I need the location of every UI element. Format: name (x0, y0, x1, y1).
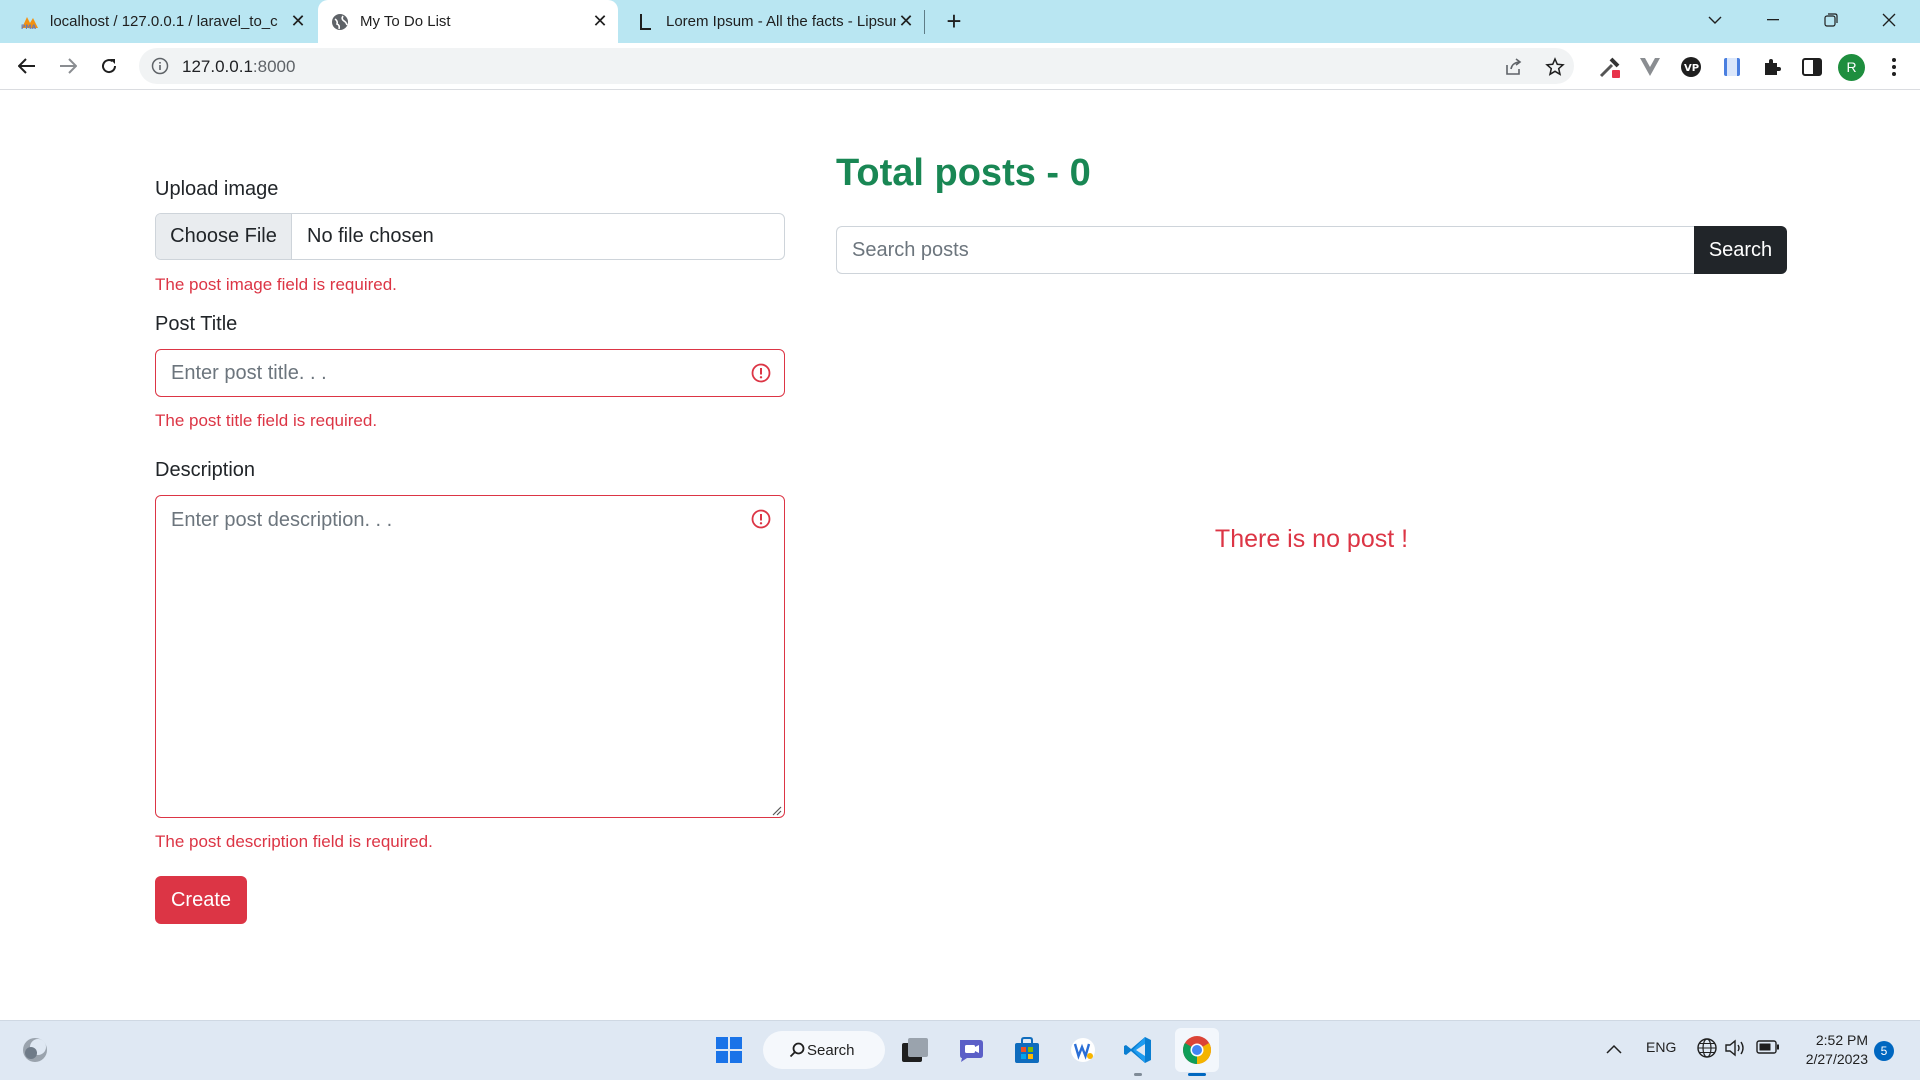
clock-date: 2/27/2023 (1805, 1051, 1868, 1067)
profile-avatar[interactable]: R (1838, 54, 1865, 81)
taskbar: Search ENG 2:52 PM 2/27/2023 5 (0, 1020, 1920, 1080)
translate-extension-icon[interactable] (1720, 55, 1744, 79)
tab-phpmyadmin[interactable]: PMA localhost / 127.0.0.1 / laravel_to_c… (20, 0, 308, 43)
description-label: Description (155, 459, 256, 481)
language-indicator[interactable]: ENG (1646, 1039, 1676, 1055)
svg-text:VP: VP (1684, 63, 1699, 74)
upload-image-label: Upload image (155, 178, 279, 200)
close-window-icon[interactable] (1860, 0, 1918, 40)
search-posts-group: Search posts Search (836, 226, 1787, 274)
reload-icon[interactable] (94, 51, 124, 81)
tab-lorem-ipsum[interactable]: Lorem Ipsum - All the facts - Lipsum ✕ (636, 0, 916, 43)
notification-badge[interactable]: 5 (1874, 1041, 1894, 1061)
invalid-alert-icon (751, 363, 771, 383)
clock[interactable]: 2:52 PM 2/27/2023 (1792, 1031, 1868, 1069)
forward-icon[interactable] (53, 51, 83, 81)
post-title-label: Post Title (155, 313, 238, 335)
create-button[interactable]: Create (155, 876, 247, 924)
phpmyadmin-icon: PMA (20, 12, 40, 32)
taskbar-search[interactable]: Search (763, 1031, 885, 1069)
address-bar[interactable]: 127.0.0.1:8000 (139, 48, 1574, 84)
svg-text:PMA: PMA (21, 24, 36, 30)
word-app-icon[interactable] (1066, 1033, 1100, 1067)
globe-icon (330, 12, 350, 32)
back-icon[interactable] (12, 51, 42, 81)
side-panel-icon[interactable] (1800, 55, 1824, 79)
invalid-alert-icon (751, 509, 771, 529)
no-post-message: There is no post ! (1214, 525, 1409, 553)
browser-tab-bar: PMA localhost / 127.0.0.1 / laravel_to_c… (0, 0, 1920, 43)
vscode-icon[interactable] (1121, 1033, 1155, 1067)
post-title-placeholder: Enter post title. . . (171, 362, 327, 384)
show-hidden-icons-chevron[interactable] (1606, 1041, 1622, 1057)
post-title-input[interactable]: Enter post title. . . (155, 349, 785, 397)
color-picker-extension-icon[interactable] (1598, 55, 1622, 79)
lipsum-icon (636, 12, 656, 32)
tab-title: localhost / 127.0.0.1 / laravel_to_c (50, 13, 278, 30)
tab-title: My To Do List (360, 13, 451, 30)
chrome-active-indicator (1188, 1073, 1206, 1076)
url-text: 127.0.0.1:8000 (182, 57, 295, 77)
close-tab-icon[interactable]: ✕ (590, 11, 610, 32)
description-error-message: The post description field is required. (155, 832, 433, 851)
clock-time: 2:52 PM (1815, 1032, 1868, 1048)
tab-my-to-do-list[interactable]: My To Do List ✕ (318, 0, 618, 43)
search-posts-placeholder: Search posts (852, 239, 969, 261)
new-tab-button[interactable]: + (940, 8, 968, 36)
battery-icon[interactable] (1756, 1040, 1780, 1057)
browser-menu-icon[interactable] (1882, 55, 1906, 79)
start-windows-icon[interactable] (712, 1033, 746, 1067)
volume-icon[interactable] (1724, 1038, 1746, 1061)
restore-icon[interactable] (1802, 0, 1860, 40)
vscode-running-indicator (1134, 1073, 1142, 1076)
post-description-placeholder: Enter post description. . . (171, 509, 393, 531)
resize-grip-icon[interactable] (770, 803, 782, 816)
task-view-icon[interactable] (898, 1033, 932, 1067)
close-tab-icon[interactable]: ✕ (288, 11, 308, 32)
extensions-puzzle-icon[interactable] (1760, 55, 1784, 79)
close-tab-icon[interactable]: ✕ (896, 11, 916, 32)
site-info-icon[interactable] (151, 57, 169, 75)
url-host: 127.0.0.1 (182, 57, 253, 76)
bookmark-star-icon[interactable] (1544, 56, 1566, 78)
image-file-input[interactable]: Choose File No file chosen (155, 213, 785, 260)
chrome-taskbar-icon[interactable] (1175, 1028, 1219, 1072)
widgets-icon[interactable] (18, 1033, 52, 1067)
teams-chat-icon[interactable] (955, 1033, 989, 1067)
choose-file-button[interactable]: Choose File (156, 214, 292, 259)
search-posts-input[interactable]: Search posts (836, 226, 1694, 274)
url-port: :8000 (252, 57, 296, 76)
image-error-message: The post image field is required. (155, 275, 397, 294)
vue-devtools-extension-icon[interactable] (1638, 55, 1662, 79)
file-status-text: No file chosen (307, 225, 434, 247)
search-button[interactable]: Search (1694, 226, 1787, 274)
microsoft-store-icon[interactable] (1010, 1033, 1044, 1067)
network-globe-icon[interactable] (1696, 1037, 1718, 1062)
tab-separator (924, 10, 925, 34)
post-description-textarea[interactable]: Enter post description. . . (155, 495, 785, 818)
search-icon (789, 1042, 805, 1062)
tab-title: Lorem Ipsum - All the facts - Lipsum (666, 13, 896, 30)
tab-search-chevron-icon[interactable] (1686, 0, 1744, 40)
browser-toolbar: 127.0.0.1:8000 VP R (0, 43, 1920, 90)
taskbar-search-label: Search (807, 1041, 855, 1059)
share-icon[interactable] (1503, 56, 1525, 78)
title-error-message: The post title field is required. (155, 411, 378, 430)
total-posts-heading: Total posts - 0 (836, 152, 1091, 194)
vpn-extension-icon[interactable]: VP (1679, 55, 1703, 79)
minimize-icon[interactable] (1744, 0, 1802, 40)
